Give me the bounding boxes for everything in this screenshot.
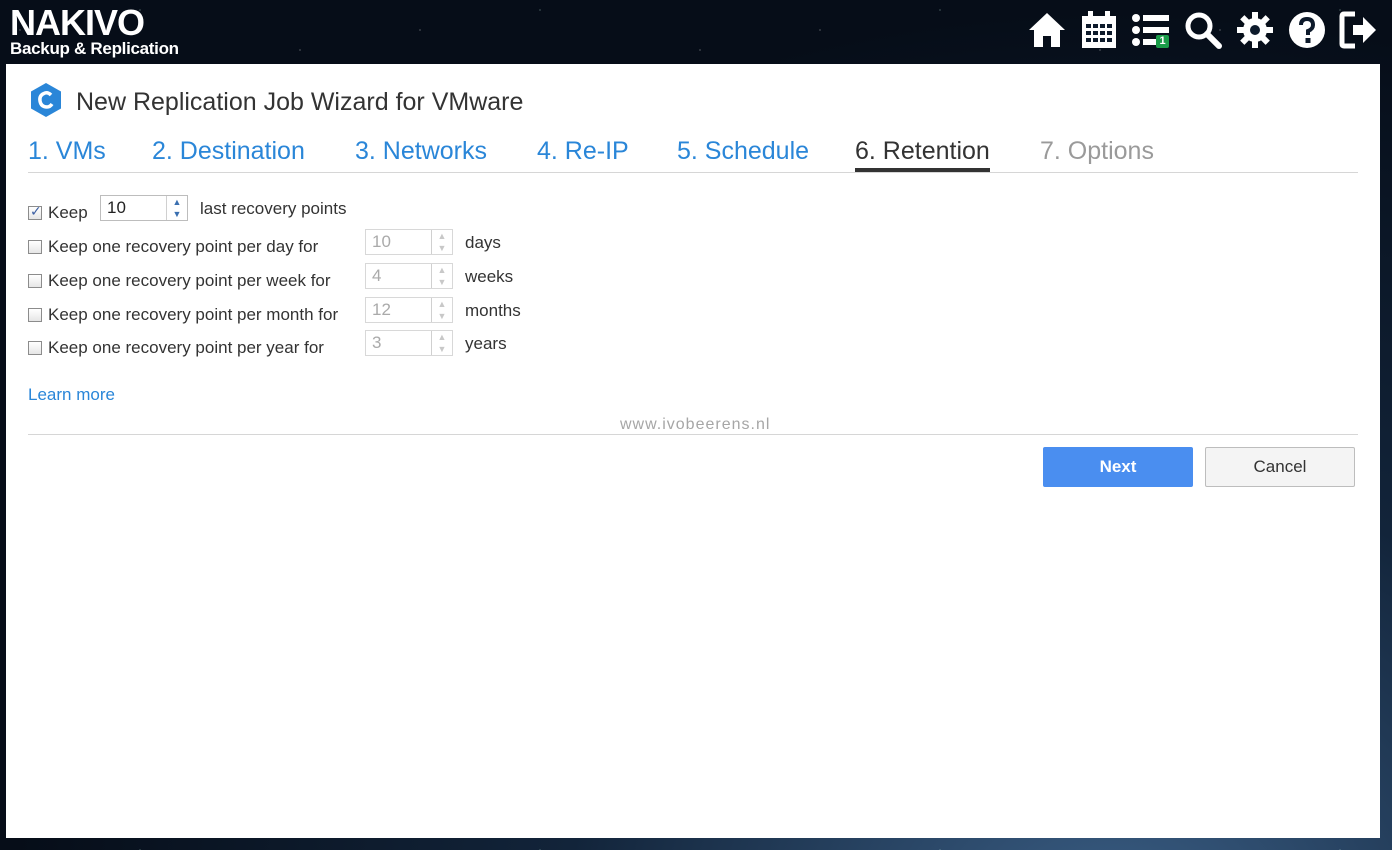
calendar-icon[interactable] — [1078, 8, 1120, 52]
retention-week-value[interactable]: 4 — [366, 264, 431, 288]
retention-day-stepper[interactable]: 10 ▲ ▼ — [365, 229, 453, 255]
tab-re-ip[interactable]: 4. Re-IP — [537, 136, 629, 166]
retention-day-value[interactable]: 10 — [366, 230, 431, 254]
retention-month-checkbox[interactable] — [28, 308, 42, 322]
replication-job-icon — [28, 82, 64, 123]
retention-year-unit: years — [465, 334, 507, 353]
retention-row-month: Keep one recovery point per month for — [28, 305, 338, 325]
retention-day-unit: days — [465, 233, 501, 252]
wizard-header: New Replication Job Wizard for VMware — [28, 82, 523, 123]
chevron-down-icon[interactable]: ▼ — [432, 343, 452, 355]
watermark: www.ivobeerens.nl — [620, 416, 771, 433]
keep-last-stepper[interactable]: 10 ▲ ▼ — [100, 195, 188, 221]
chevron-up-icon[interactable]: ▲ — [432, 298, 452, 310]
logo-brand: NAKIVO — [10, 2, 145, 43]
tab-vms[interactable]: 1. VMs — [28, 136, 106, 166]
retention-year-value[interactable]: 3 — [366, 331, 431, 355]
gear-icon[interactable] — [1234, 8, 1276, 52]
keep-last-checkbox[interactable] — [28, 203, 42, 220]
retention-row-year: Keep one recovery point per year for — [28, 338, 324, 358]
toolbar-icons: 1 — [1026, 8, 1380, 52]
retention-day-checkbox[interactable] — [28, 240, 42, 254]
cancel-button[interactable]: Cancel — [1205, 447, 1355, 487]
tasks-icon[interactable]: 1 — [1130, 8, 1172, 52]
wizard-steps: 1. VMs 2. Destination 3. Networks 4. Re-… — [28, 136, 1358, 173]
tab-options: 7. Options — [1040, 137, 1154, 165]
retention-day-label: Keep one recovery point per day for — [48, 237, 319, 256]
retention-month-label: Keep one recovery point per month for — [48, 305, 339, 324]
learn-more-link[interactable]: Learn more — [28, 385, 115, 405]
chevron-up-icon[interactable]: ▲ — [432, 230, 452, 242]
retention-week-label: Keep one recovery point per week for — [48, 271, 331, 290]
retention-year-label: Keep one recovery point per year for — [48, 338, 324, 357]
wizard-panel: New Replication Job Wizard for VMware 1.… — [6, 64, 1380, 838]
tab-schedule[interactable]: 5. Schedule — [677, 136, 809, 166]
retention-week-checkbox[interactable] — [28, 274, 42, 288]
chevron-down-icon[interactable]: ▼ — [167, 208, 187, 220]
nakivo-logo[interactable]: NAKIVO Backup & Replication — [10, 2, 179, 58]
chevron-up-icon[interactable]: ▲ — [167, 196, 187, 208]
retention-month-value[interactable]: 12 — [366, 298, 431, 322]
retention-row-day: Keep one recovery point per day for — [28, 237, 318, 257]
chevron-down-icon[interactable]: ▼ — [432, 310, 452, 322]
logout-icon[interactable] — [1338, 8, 1380, 52]
retention-week-stepper[interactable]: 4 ▲ ▼ — [365, 263, 453, 289]
retention-year-checkbox[interactable] — [28, 341, 42, 355]
retention-row-week: Keep one recovery point per week for — [28, 271, 331, 291]
tab-destination[interactable]: 2. Destination — [152, 136, 305, 166]
home-icon[interactable] — [1026, 8, 1068, 52]
retention-week-unit: weeks — [465, 267, 514, 286]
keep-last-label: Keep — [48, 203, 88, 222]
logo-subtitle: Backup & Replication — [10, 39, 179, 58]
retention-month-stepper[interactable]: 12 ▲ ▼ — [365, 297, 453, 323]
keep-last-value[interactable]: 10 — [101, 196, 166, 220]
tasks-count-badge: 1 — [1156, 35, 1169, 48]
next-button[interactable]: Next — [1043, 447, 1193, 487]
chevron-down-icon[interactable]: ▼ — [432, 276, 452, 288]
tab-retention[interactable]: 6. Retention — [855, 136, 990, 172]
footer-divider — [28, 434, 1358, 435]
chevron-down-icon[interactable]: ▼ — [432, 242, 452, 254]
tab-networks[interactable]: 3. Networks — [355, 136, 487, 166]
help-icon[interactable] — [1286, 8, 1328, 52]
wizard-title: New Replication Job Wizard for VMware — [76, 88, 524, 116]
retention-month-unit: months — [465, 301, 521, 320]
keep-last-row: Keep — [28, 203, 88, 223]
top-bar: NAKIVO Backup & Replication 1 — [0, 0, 1392, 64]
chevron-up-icon[interactable]: ▲ — [432, 331, 452, 343]
retention-year-stepper[interactable]: 3 ▲ ▼ — [365, 330, 453, 356]
chevron-up-icon[interactable]: ▲ — [432, 264, 452, 276]
search-icon[interactable] — [1182, 8, 1224, 52]
keep-last-unit: last recovery points — [200, 199, 347, 218]
